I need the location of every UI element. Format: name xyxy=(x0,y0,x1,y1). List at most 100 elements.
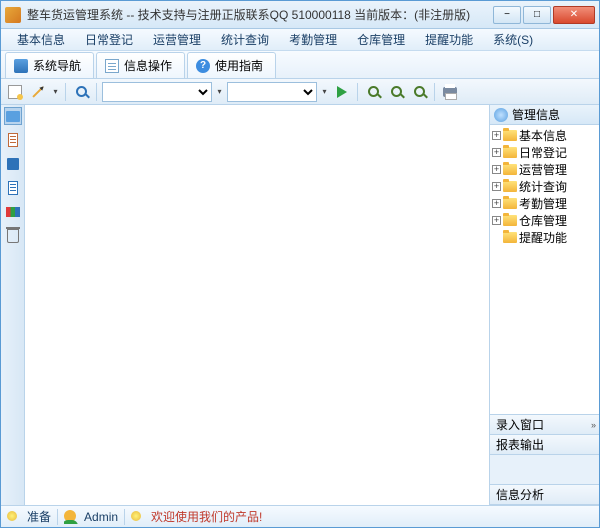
tree-node-reminder[interactable]: 提醒功能 xyxy=(492,229,597,246)
search-icon xyxy=(391,86,402,97)
bulb-icon xyxy=(131,510,145,524)
statusbar: 准备 Admin 欢迎使用我们的产品! xyxy=(1,505,599,527)
menu-stats-query[interactable]: 统计查询 xyxy=(211,29,279,50)
menubar: 基本信息 日常登记 运营管理 统计查询 考勤管理 仓库管理 提醒功能 系统(S) xyxy=(1,29,599,51)
left-tool-trash[interactable] xyxy=(4,227,22,245)
menu-basic-info[interactable]: 基本信息 xyxy=(7,29,75,50)
trash-icon xyxy=(7,229,19,243)
zoom-button[interactable] xyxy=(71,82,91,102)
panel-btn-report[interactable]: 报表输出 xyxy=(490,435,599,455)
expand-icon[interactable]: + xyxy=(492,199,501,208)
tree-label: 考勤管理 xyxy=(519,195,567,212)
left-tool-doc[interactable] xyxy=(4,179,22,197)
expand-icon[interactable]: + xyxy=(492,216,501,225)
close-button[interactable]: ✕ xyxy=(553,6,595,24)
search-icon xyxy=(368,86,379,97)
search-icon xyxy=(414,86,425,97)
tree-node-warehouse[interactable]: + 仓库管理 xyxy=(492,212,597,229)
panel-btn-label: 信息分析 xyxy=(496,486,544,503)
printer-icon xyxy=(443,87,457,97)
tree-label: 基本信息 xyxy=(519,127,567,144)
tab-user-guide[interactable]: ? 使用指南 xyxy=(187,52,276,78)
separator xyxy=(434,83,435,101)
tree-node-attend[interactable]: + 考勤管理 xyxy=(492,195,597,212)
globe-icon xyxy=(494,108,508,122)
tree-label: 仓库管理 xyxy=(519,212,567,229)
tree-label: 提醒功能 xyxy=(519,229,567,246)
panel-btn-analysis[interactable]: 信息分析 xyxy=(490,485,599,505)
separator xyxy=(57,509,58,525)
main-canvas[interactable] xyxy=(25,105,489,505)
print-button[interactable] xyxy=(440,82,460,102)
left-tool-note[interactable] xyxy=(4,131,22,149)
status-user: Admin xyxy=(84,510,118,524)
separator xyxy=(65,83,66,101)
window-controls: − □ ✕ xyxy=(491,6,595,24)
minimize-button[interactable]: − xyxy=(493,6,521,24)
tree-label: 日常登记 xyxy=(519,144,567,161)
search-button-3[interactable] xyxy=(409,82,429,102)
menu-reminder[interactable]: 提醒功能 xyxy=(415,29,483,50)
expand-icon[interactable]: + xyxy=(492,148,501,157)
run-button[interactable] xyxy=(332,82,352,102)
tree-node-ops[interactable]: + 运营管理 xyxy=(492,161,597,178)
menu-daily-register[interactable]: 日常登记 xyxy=(75,29,143,50)
left-tool-window[interactable] xyxy=(4,107,22,125)
status-ready: 准备 xyxy=(27,508,51,525)
app-window: 整车货运管理系统 -- 技术支持与注册正版联系QQ 510000118 当前版本… xyxy=(0,0,600,528)
menu-attendance[interactable]: 考勤管理 xyxy=(279,29,347,50)
search-button-1[interactable] xyxy=(363,82,383,102)
tab-info-ops[interactable]: 信息操作 xyxy=(96,52,185,78)
tab-system-nav[interactable]: 系统导航 xyxy=(5,52,94,78)
tree-node-stats[interactable]: + 统计查询 xyxy=(492,178,597,195)
right-panel: 管理信息 + 基本信息 + 日常登记 + 运营管理 + 统计查询 + 考勤管理 + 仓库管理… xyxy=(489,105,599,505)
nav-tree: + 基本信息 + 日常登记 + 运营管理 + 统计查询 + 考勤管理 + 仓库管理 提醒功能 xyxy=(490,125,599,414)
new-icon xyxy=(8,85,22,99)
tree-label: 统计查询 xyxy=(519,178,567,195)
menu-warehouse[interactable]: 仓库管理 xyxy=(347,29,415,50)
edit-button[interactable] xyxy=(28,82,48,102)
titlebar: 整车货运管理系统 -- 技术支持与注册正版联系QQ 510000118 当前版本… xyxy=(1,1,599,29)
nav-icon xyxy=(14,59,28,73)
tab-label: 使用指南 xyxy=(215,57,263,74)
panel-btn-label: 录入窗口 xyxy=(496,416,544,433)
left-toolbar xyxy=(1,105,25,505)
tab-label: 信息操作 xyxy=(124,57,172,74)
left-tool-chart[interactable] xyxy=(4,203,22,221)
separator xyxy=(124,509,125,525)
tree-label: 运营管理 xyxy=(519,161,567,178)
search-button-2[interactable] xyxy=(386,82,406,102)
expand-icon[interactable]: + xyxy=(492,182,501,191)
folder-icon xyxy=(503,215,517,226)
chart-icon xyxy=(6,207,20,217)
maximize-button[interactable]: □ xyxy=(523,6,551,24)
left-tool-block[interactable] xyxy=(4,155,22,173)
edit-dropdown[interactable]: ▾ xyxy=(51,82,60,102)
new-button[interactable] xyxy=(5,82,25,102)
status-welcome: 欢迎使用我们的产品! xyxy=(151,508,262,525)
menu-operations[interactable]: 运营管理 xyxy=(143,29,211,50)
list-icon xyxy=(105,59,119,73)
expand-icon[interactable]: + xyxy=(492,165,501,174)
separator xyxy=(96,83,97,101)
magnifier-icon xyxy=(76,86,87,97)
block-icon xyxy=(7,158,19,170)
play-icon xyxy=(337,86,347,98)
tree-node-daily[interactable]: + 日常登记 xyxy=(492,144,597,161)
expand-chevron-icon: » xyxy=(591,420,596,430)
panel-btn-input[interactable]: 录入窗口 » xyxy=(490,415,599,435)
panel-spacer xyxy=(490,455,599,485)
right-panel-header: 管理信息 xyxy=(490,105,599,125)
filter-select-1[interactable] xyxy=(102,82,212,102)
note-icon xyxy=(8,133,18,147)
right-panel-title: 管理信息 xyxy=(512,106,560,123)
menu-system[interactable]: 系统(S) xyxy=(483,29,543,50)
filter-select-2[interactable] xyxy=(227,82,317,102)
folder-icon xyxy=(503,164,517,175)
user-icon xyxy=(64,510,78,524)
panel-btn-label: 报表输出 xyxy=(496,436,544,453)
tab-label: 系统导航 xyxy=(33,57,81,74)
expand-icon[interactable]: + xyxy=(492,131,501,140)
tree-node-basic[interactable]: + 基本信息 xyxy=(492,127,597,144)
help-icon: ? xyxy=(196,59,210,73)
